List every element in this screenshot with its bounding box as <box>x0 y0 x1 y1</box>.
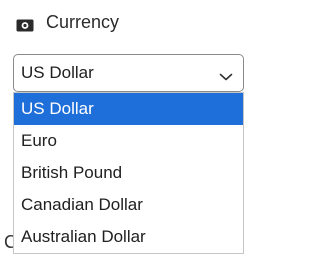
option-australian-dollar[interactable]: Australian Dollar <box>14 221 243 253</box>
currency-options-list: US Dollar Euro British Pound Canadian Do… <box>13 92 244 254</box>
money-icon <box>16 16 34 32</box>
option-euro[interactable]: Euro <box>14 125 243 157</box>
currency-setting: Currency C US Dollar US Dollar Euro Brit… <box>0 0 253 263</box>
option-canadian-dollar[interactable]: Canadian Dollar <box>14 189 243 221</box>
option-british-pound[interactable]: British Pound <box>14 157 243 189</box>
currency-select[interactable]: US Dollar <box>13 54 244 92</box>
currency-select-value: US Dollar <box>21 63 94 82</box>
option-us-dollar[interactable]: US Dollar <box>14 93 243 125</box>
chevron-down-icon <box>219 67 233 81</box>
currency-label-text: Currency <box>46 12 120 32</box>
currency-field-label: Currency <box>16 12 119 33</box>
